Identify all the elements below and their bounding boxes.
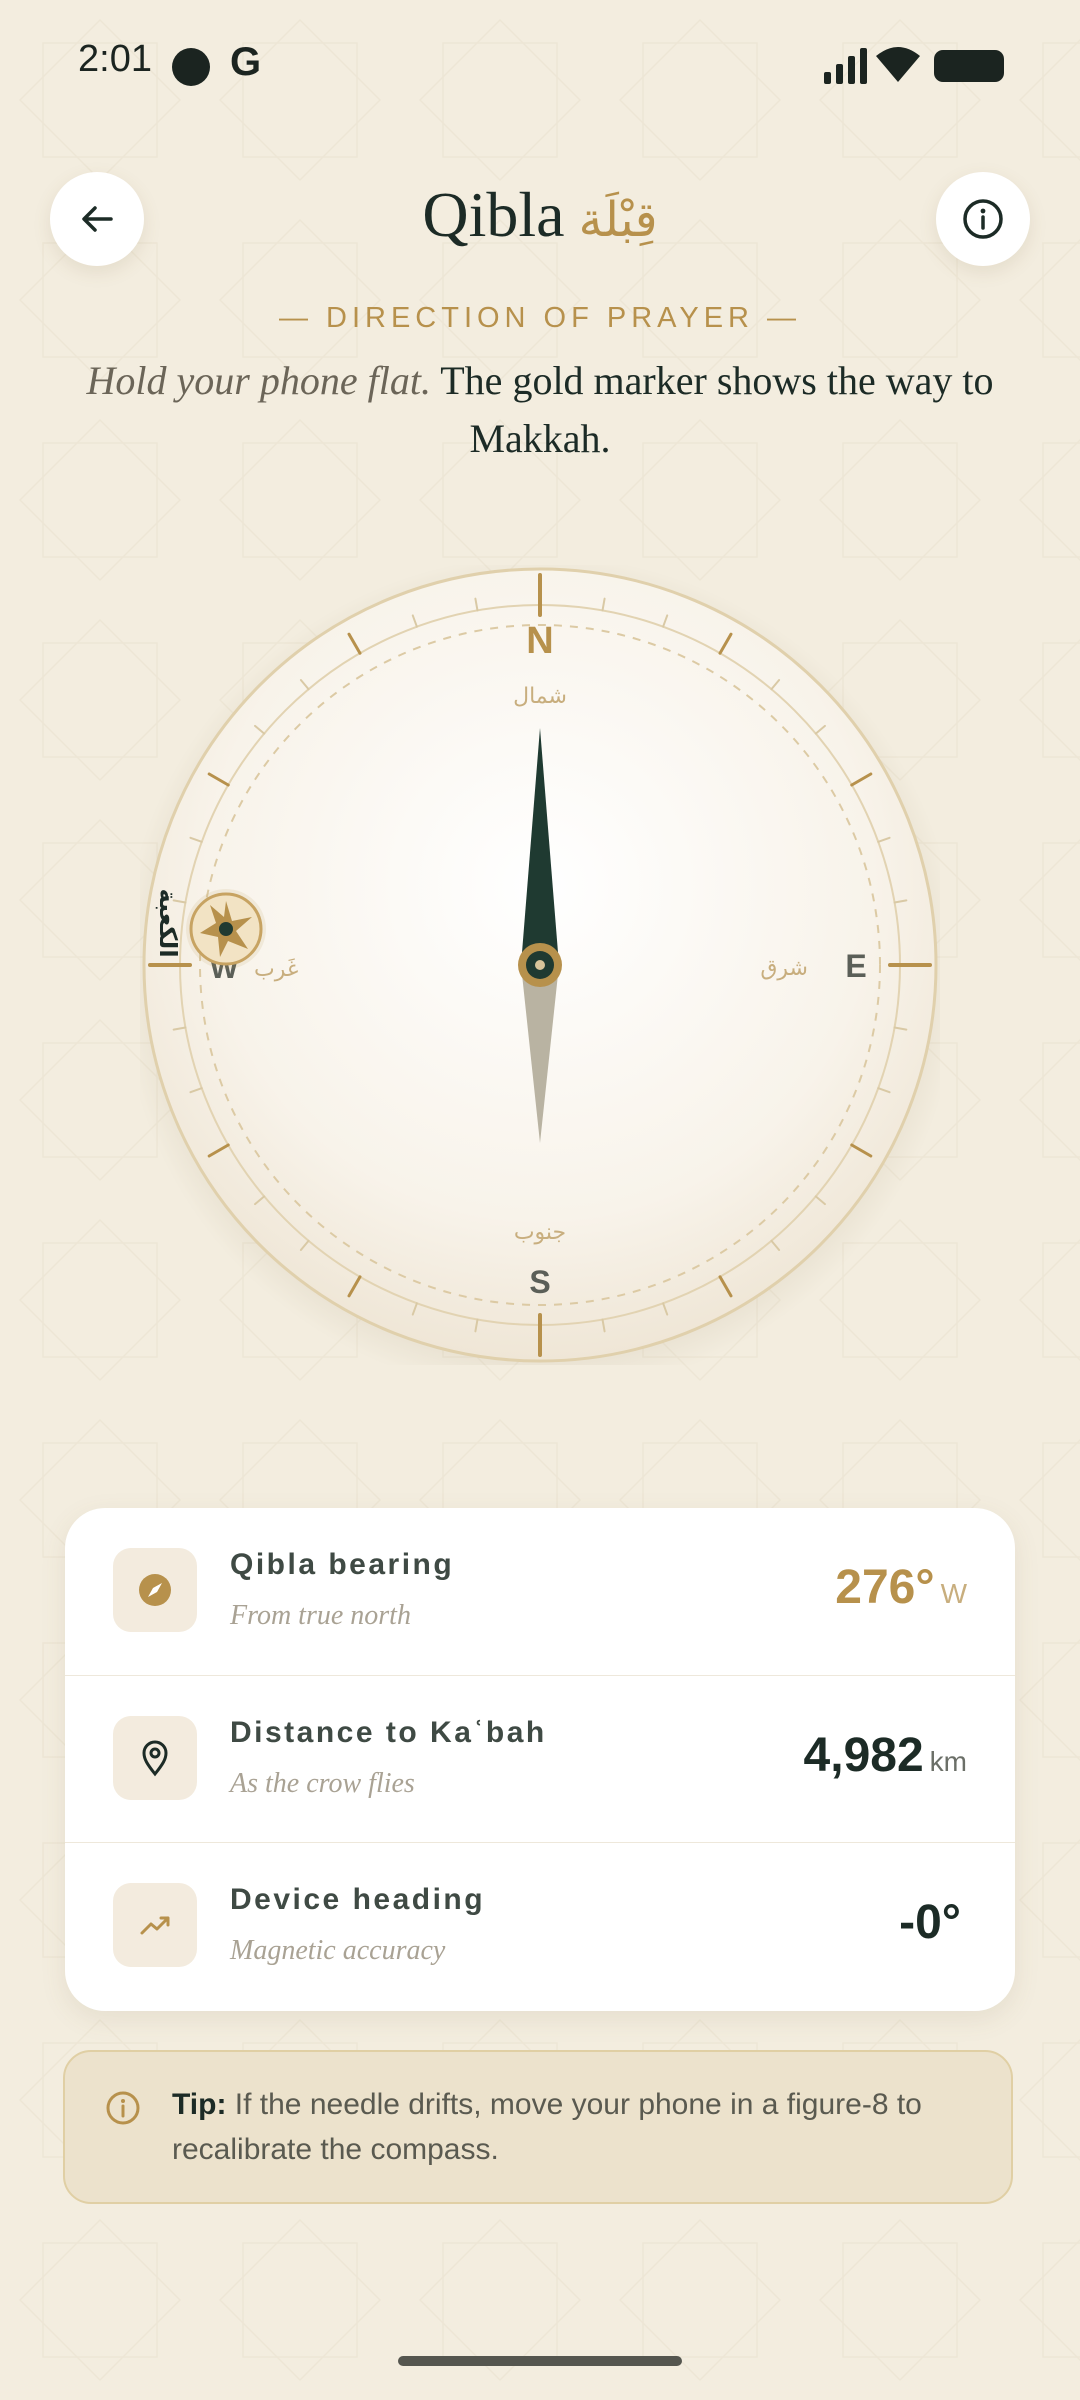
tip-banner: Tip: If the needle drifts, move your pho… [63, 2050, 1013, 2204]
compass-icon [113, 1548, 197, 1632]
row-distance: Distance to Kaʿbah As the crow flies 4,9… [65, 1675, 1015, 1843]
row-label: Device heading [230, 1883, 486, 1916]
location-pin-icon [113, 1716, 197, 1800]
row-subtitle: Magnetic accuracy [230, 1935, 446, 1966]
signal-icon [824, 48, 867, 84]
kaaba-label: الكعبة [154, 888, 182, 957]
info-card: Qibla bearing From true north 276° W Dist… [65, 1508, 1015, 2011]
notification-dot-icon [172, 48, 210, 86]
row-value: 276° W [835, 1560, 967, 1615]
instruction-text: Hold your phone flat. The gold marker sh… [60, 352, 1020, 468]
google-icon: G [230, 40, 262, 84]
kaaba-marker [186, 889, 266, 969]
info-icon [963, 199, 1003, 239]
title-arabic: قِبْلَة [578, 192, 658, 248]
row-subtitle: From true north [230, 1600, 411, 1631]
battery-icon [934, 50, 1004, 82]
row-qibla-bearing: Qibla bearing From true north 276° W [65, 1508, 1015, 1675]
west-arabic: غَرب [254, 957, 298, 982]
value-number: 4,982 [803, 1729, 924, 1782]
tip-text: Tip: If the needle drifts, move your pho… [172, 2082, 992, 2172]
east-arabic: شرق [760, 956, 808, 981]
row-value: -0° [899, 1895, 967, 1950]
compass-dial: N شمال S جنوب E شرق W غَرب الكعبة [140, 565, 940, 1365]
trend-icon [113, 1883, 197, 1967]
page-title: Qibla قِبْلَة [0, 178, 1080, 252]
north-label: N [526, 620, 553, 662]
row-device-heading: Device heading Magnetic accuracy -0° [65, 1842, 1015, 2010]
info-button[interactable] [936, 172, 1030, 266]
section-eyebrow: — DIRECTION OF PRAYER — [278, 302, 802, 334]
instruction-body: The gold marker shows the way to Makkah. [440, 358, 994, 461]
status-time: 2:01 [78, 38, 152, 80]
south-label: S [529, 1264, 550, 1300]
home-indicator[interactable] [398, 2356, 682, 2366]
value-number: 276° [835, 1561, 935, 1614]
value-unit: km [929, 1746, 967, 1777]
tip-label: Tip: [172, 2088, 227, 2121]
north-arabic: شمال [513, 684, 567, 709]
east-label: E [845, 948, 866, 984]
row-value: 4,982 km [804, 1728, 967, 1783]
value-unit: W [940, 1578, 967, 1609]
info-icon [106, 2091, 140, 2125]
value-number: -0° [899, 1896, 961, 1949]
row-label: Distance to Kaʿbah [230, 1716, 547, 1749]
row-subtitle: As the crow flies [230, 1768, 415, 1799]
title-text: Qibla [422, 179, 565, 250]
tip-body: If the needle drifts, move your phone in… [172, 2088, 922, 2166]
south-arabic: جنوب [514, 1220, 566, 1245]
status-bar: 2:01 G [0, 0, 1080, 130]
instruction-italic: Hold your phone flat. [86, 358, 431, 403]
row-label: Qibla bearing [230, 1548, 455, 1581]
wifi-icon [876, 47, 920, 82]
